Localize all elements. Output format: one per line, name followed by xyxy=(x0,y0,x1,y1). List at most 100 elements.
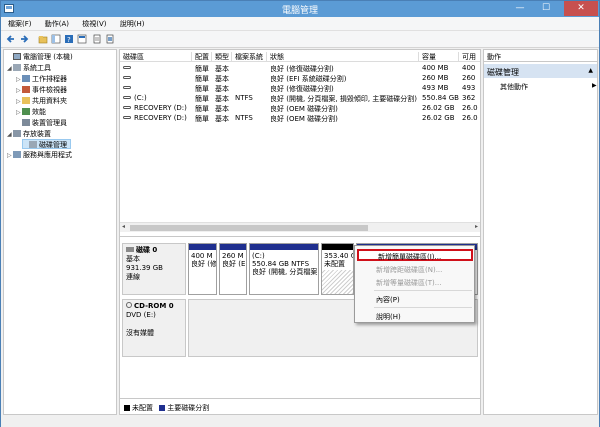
volume-name-cell: (C:) xyxy=(120,94,192,102)
tree-item-system-tools[interactable]: ◢ 系統工具 xyxy=(7,63,51,73)
menu-new-striped-volume[interactable]: 新增等量磁碟區(T)... xyxy=(357,276,473,288)
tree-item-disk-management[interactable]: 磁碟管理 xyxy=(22,139,71,149)
volume-cell: 基本 xyxy=(215,115,229,123)
scrollbar-thumb[interactable] xyxy=(130,225,368,231)
volume-cell: 良好 (OEM 磁碟分割) xyxy=(270,115,338,123)
tree-item-event-viewer[interactable]: ▷ 事件檢視器 xyxy=(16,85,67,95)
menu-bar: 檔案(F) 動作(A) 檢視(V) 說明(H) xyxy=(1,17,599,31)
menu-action[interactable]: 動作(A) xyxy=(38,17,73,29)
menu-help[interactable]: 說明(H) xyxy=(113,17,149,29)
volume-row[interactable]: RECOVERY (D:) 簡單 基本 NTFS 良好 (OEM 磁碟分割) 26.02 … xyxy=(120,114,480,124)
tree-item-shared-folders[interactable]: ▷ 共用資料夾 xyxy=(16,96,67,106)
volume-cell: 良好 (修復磁碟分割) xyxy=(270,65,334,73)
partition-c-drive[interactable]: (C:) 550.84 GB NTFS 良好 (開機, 分頁檔案 xyxy=(249,243,319,295)
submenu-arrow-icon: ▶ xyxy=(592,82,597,89)
volume-row[interactable]: 簡單 基本 良好 (修復磁碟分割) 400 MB 400 xyxy=(120,64,480,74)
folder-up-icon[interactable] xyxy=(38,34,48,44)
tree-item-device-manager[interactable]: 裝置管理員 xyxy=(16,118,67,128)
maximize-button[interactable]: ☐ xyxy=(535,1,557,16)
unallocated-swatch xyxy=(124,405,130,411)
volume-cell: 基本 xyxy=(215,85,229,93)
menu-separator xyxy=(374,307,472,308)
column-file-system[interactable]: 檔案系統 xyxy=(232,52,267,62)
horizontal-scrollbar[interactable]: ◂ ▸ xyxy=(120,222,480,232)
volume-cell: 26.0 xyxy=(462,114,478,122)
menu-new-spanned-volume[interactable]: 新增跨距磁碟區(N)... xyxy=(357,263,473,275)
volume-cell: 基本 xyxy=(215,75,229,83)
storage-icon xyxy=(13,130,21,137)
volume-cell: 260 xyxy=(462,74,476,82)
volume-cell: 基本 xyxy=(215,105,229,113)
forward-arrow-icon[interactable] xyxy=(19,34,29,44)
actions-section-disk-management[interactable]: 磁碟管理 ▲ xyxy=(484,64,597,78)
collapse-up-icon[interactable]: ▲ xyxy=(588,67,593,74)
performance-icon xyxy=(22,108,30,115)
menu-help-item[interactable]: 說明(H) xyxy=(357,310,473,322)
volume-cell: 493 MB xyxy=(422,84,449,92)
volume-cell: 362 xyxy=(462,94,476,102)
volume-row[interactable]: 簡單 基本 良好 (EFI 系統磁碟分割) 260 MB 260 xyxy=(120,74,480,84)
volume-cell: 26.02 GB xyxy=(422,114,455,122)
actions-header: 動作 xyxy=(484,50,597,62)
view-icon[interactable] xyxy=(77,34,87,44)
tree-item-services-applications[interactable]: ▷ 服務與應用程式 xyxy=(7,150,72,160)
device-manager-icon xyxy=(22,119,30,126)
partition-unallocated[interactable]: 353.40 G 未配置 xyxy=(321,243,354,295)
volume-cell: 400 xyxy=(462,64,476,72)
tree-item-storage[interactable]: ◢ 存放裝置 xyxy=(7,129,51,139)
show-hide-tree-icon[interactable] xyxy=(51,34,61,44)
minimize-button[interactable]: — xyxy=(509,1,531,16)
legend-unallocated: 未配置 xyxy=(132,404,153,412)
cdrom-0-label[interactable]: CD-ROM 0 DVD (E:) 沒有媒體 xyxy=(122,299,186,357)
computer-management-window: 電腦管理 — ☐ ✕ 檔案(F) 動作(A) 檢視(V) 說明(H) ? 電腦管… xyxy=(0,0,600,427)
volume-name-cell xyxy=(120,74,192,82)
shared-folder-icon xyxy=(22,97,30,104)
volume-icon xyxy=(123,66,131,69)
column-volume[interactable]: 磁碟區 xyxy=(120,52,192,62)
volume-cell: 簡單 xyxy=(195,95,209,103)
tree-item-computer-management[interactable]: 電腦管理 (本機) xyxy=(7,52,73,62)
tools-icon xyxy=(13,64,21,71)
disk-management-pane: 磁碟區 配置 類型 檔案系統 狀態 容量 可用 簡單 基本 良好 (修復磁碟分割) 4… xyxy=(119,49,481,415)
volume-row[interactable]: 簡單 基本 良好 (修復磁碟分割) 493 MB 493 xyxy=(120,84,480,94)
volume-name-cell: RECOVERY (D:) xyxy=(120,114,192,122)
volume-row[interactable]: (C:) 簡單 基本 NTFS 良好 (開機, 分頁檔案, 損毀傾印, 主要磁碟分割) 5… xyxy=(120,94,480,104)
scroll-left-icon[interactable]: ◂ xyxy=(122,223,125,230)
scroll-right-icon[interactable]: ▸ xyxy=(475,223,478,230)
help-icon[interactable]: ? xyxy=(64,34,74,44)
volume-cell: 26.0 xyxy=(462,104,478,112)
column-layout[interactable]: 配置 xyxy=(192,52,212,62)
volume-cell: 良好 (EFI 系統磁碟分割) xyxy=(270,75,347,83)
column-free-space[interactable]: 可用 xyxy=(459,52,480,62)
volume-cell: 良好 (開機, 分頁檔案, 損毀傾印, 主要磁碟分割) xyxy=(270,95,418,103)
tree-item-performance[interactable]: ▷ 效能 xyxy=(16,107,46,117)
context-menu: 新增簡單磁碟區(I)... 新增跨距磁碟區(N)... 新增等量磁碟區(T)..… xyxy=(354,245,475,323)
menu-view[interactable]: 檢視(V) xyxy=(75,17,110,29)
volume-name-cell xyxy=(120,64,192,72)
volume-cell: 基本 xyxy=(215,65,229,73)
properties-icon[interactable] xyxy=(92,34,102,44)
volume-icon xyxy=(123,106,131,109)
menu-new-simple-volume[interactable]: 新增簡單磁碟區(I)... xyxy=(357,249,473,261)
column-type[interactable]: 類型 xyxy=(212,52,232,62)
volume-icon xyxy=(123,116,131,119)
disk-0-label[interactable]: 磁碟 0 基本 931.39 GB 連線 xyxy=(122,243,186,295)
volume-cell: 400 MB xyxy=(422,64,449,72)
services-icon xyxy=(13,151,21,158)
task-scheduler-icon xyxy=(22,75,30,82)
title-bar: 電腦管理 — ☐ ✕ xyxy=(1,1,599,17)
column-status[interactable]: 狀態 xyxy=(267,52,419,62)
menu-properties[interactable]: 內容(P) xyxy=(357,293,473,305)
legend: 未配置 主要磁碟分割 xyxy=(120,398,480,414)
export-list-icon[interactable] xyxy=(105,34,115,44)
tree-item-task-scheduler[interactable]: ▷ 工作排程器 xyxy=(16,74,67,84)
menu-file[interactable]: 檔案(F) xyxy=(1,17,36,29)
close-button[interactable]: ✕ xyxy=(564,1,598,16)
partition-recovery-400mb[interactable]: 400 M 良好 (修 xyxy=(188,243,217,295)
legend-primary-partition: 主要磁碟分割 xyxy=(167,404,210,412)
more-actions-item[interactable]: 其他動作 ▶ xyxy=(500,82,597,92)
partition-efi-260mb[interactable]: 260 M 良好 (E xyxy=(219,243,247,295)
column-capacity[interactable]: 容量 xyxy=(419,52,459,62)
volume-row[interactable]: RECOVERY (D:) 簡單 基本 良好 (OEM 磁碟分割) 26.02 GB 26… xyxy=(120,104,480,114)
back-arrow-icon[interactable] xyxy=(6,34,16,44)
